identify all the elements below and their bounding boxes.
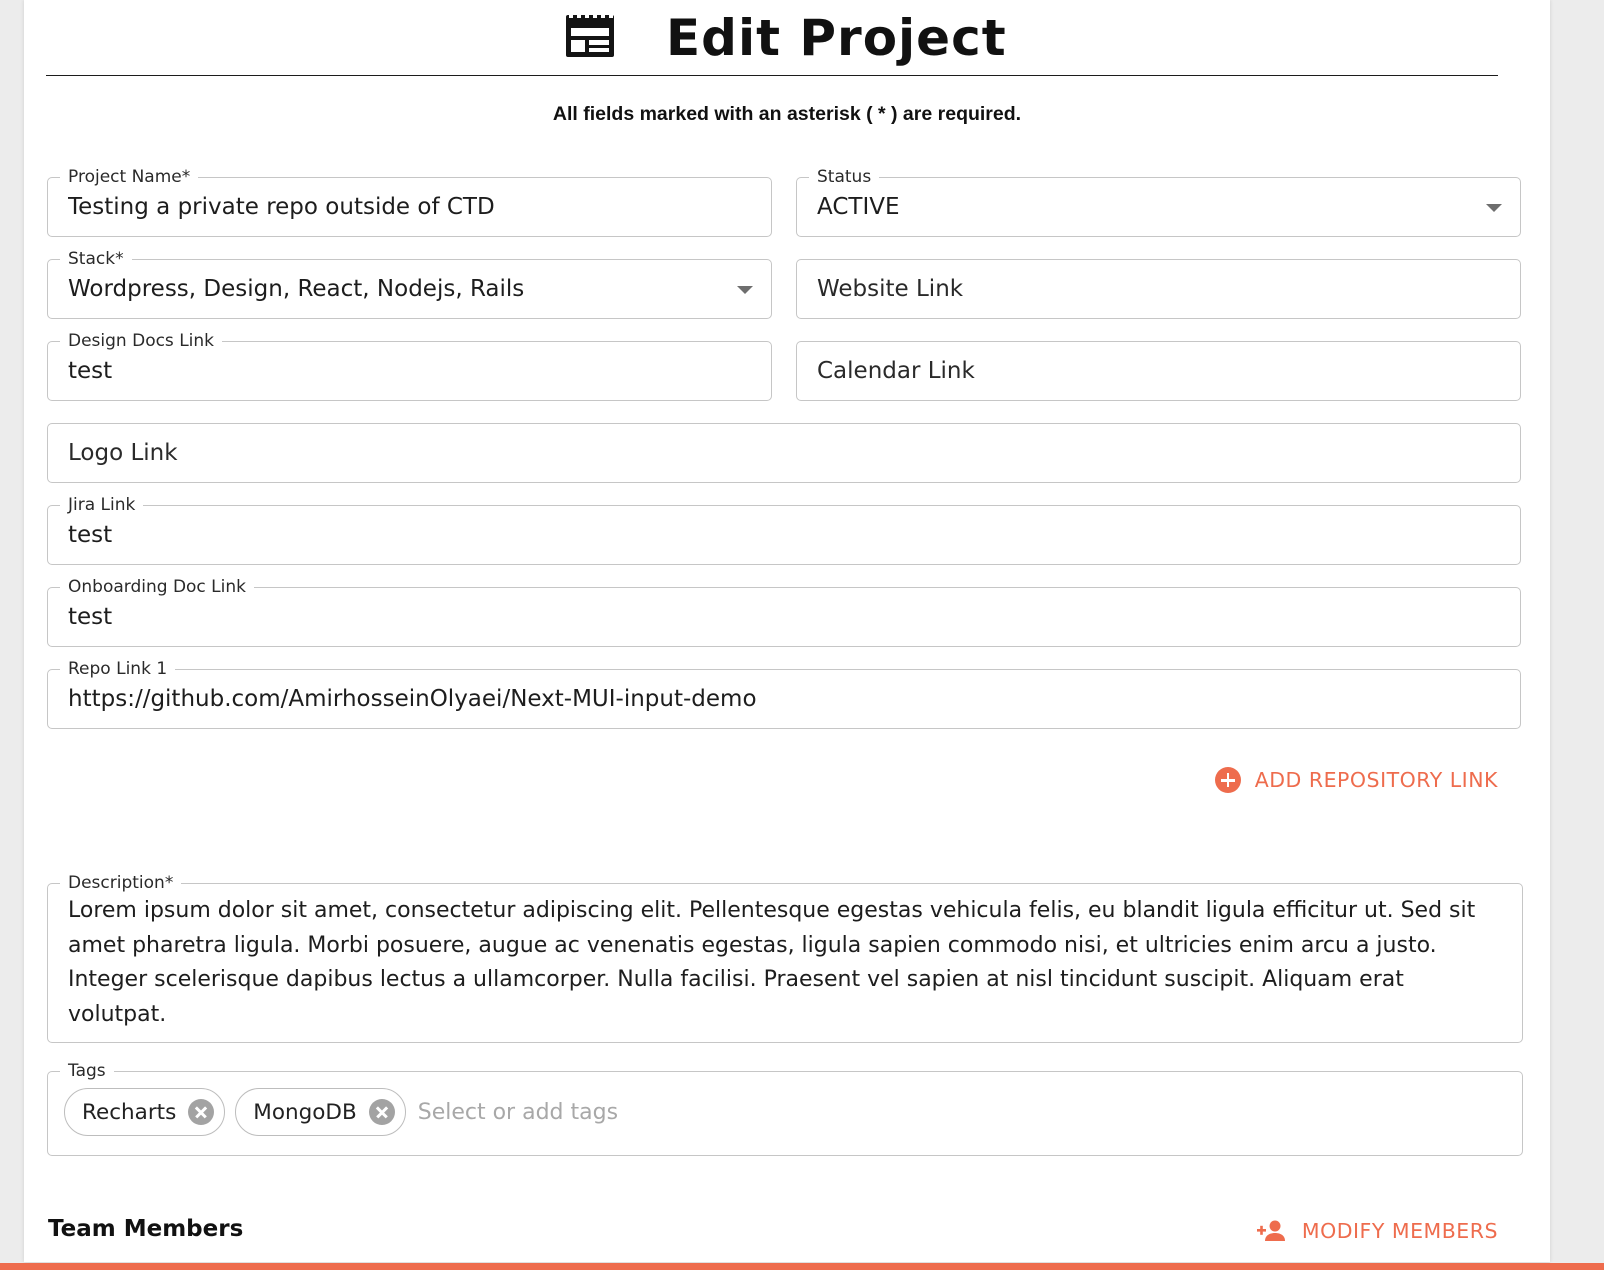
logo-link-input[interactable]: Logo Link [68, 424, 1470, 482]
cancel-circle-icon[interactable] [188, 1099, 215, 1125]
tag-chip-label: MongoDB [253, 1099, 357, 1125]
jira-link-input[interactable]: test [68, 506, 1470, 564]
required-fields-note: All fields marked with an asterisk ( * )… [552, 103, 1022, 125]
table-layout-icon [566, 14, 614, 57]
website-link-field[interactable]: Website Link [796, 259, 1521, 319]
jira-link-field[interactable]: Jira Link test [47, 495, 1521, 565]
add-repository-link-label: ADD REPOSITORY LINK [1254, 768, 1498, 792]
modify-members-button[interactable]: MODIFY MEMBERS [1256, 1214, 1498, 1248]
page-header: Edit Project [46, 0, 1498, 76]
design-docs-link-field[interactable]: Design Docs Link test [47, 331, 772, 401]
calendar-link-input[interactable]: Calendar Link [817, 342, 1470, 400]
page-title: Edit Project [666, 9, 1007, 67]
calendar-link-field[interactable]: Calendar Link [796, 341, 1521, 401]
add-circle-icon [1214, 767, 1241, 793]
stack-value[interactable]: Wordpress, Design, React, Nodejs, Rails [68, 260, 721, 318]
person-add-icon [1256, 1220, 1285, 1241]
tag-chip[interactable]: Recharts [64, 1088, 226, 1136]
stack-select[interactable]: Stack* Wordpress, Design, React, Nodejs,… [47, 249, 772, 319]
tags-input[interactable] [417, 1092, 718, 1132]
tag-chip[interactable]: MongoDB [235, 1088, 406, 1136]
tags-chip-list: Recharts MongoDB [64, 1088, 718, 1136]
design-docs-link-input[interactable]: test [68, 342, 721, 400]
repo-link-1-field[interactable]: Repo Link 1 https://github.com/Amirhosse… [47, 659, 1521, 729]
cancel-circle-icon[interactable] [368, 1099, 395, 1125]
description-label: Description* [60, 873, 182, 893]
modify-members-label: MODIFY MEMBERS [1301, 1219, 1498, 1243]
logo-link-field[interactable]: Logo Link [47, 423, 1521, 483]
arrow-drop-down-icon[interactable] [737, 286, 753, 294]
status-select[interactable]: Status ACTIVE [796, 167, 1521, 237]
add-repository-link-button[interactable]: ADD REPOSITORY LINK [1214, 765, 1498, 795]
website-link-input[interactable]: Website Link [817, 260, 1470, 318]
status-value[interactable]: ACTIVE [817, 178, 1470, 236]
project-name-field[interactable]: Project Name* Testing a private repo out… [47, 167, 772, 237]
team-members-heading: Team Members [48, 1216, 244, 1242]
tags-label: Tags [60, 1061, 114, 1081]
arrow-drop-down-icon[interactable] [1486, 204, 1502, 212]
onboarding-doc-link-input[interactable]: test [68, 588, 1470, 646]
description-textarea[interactable]: Lorem ipsum dolor sit amet, consectetur … [68, 894, 1502, 1032]
onboarding-doc-link-field[interactable]: Onboarding Doc Link test [47, 577, 1521, 647]
project-name-input[interactable]: Testing a private repo outside of CTD [68, 178, 721, 236]
bottom-accent-bar [0, 1263, 1604, 1270]
repo-link-1-input[interactable]: https://github.com/AmirhosseinOlyaei/Nex… [68, 670, 1470, 728]
tag-chip-label: Recharts [82, 1099, 177, 1125]
tags-field[interactable]: Tags Recharts MongoDB [47, 1061, 1523, 1156]
edit-project-panel: Edit Project All fields marked with an a… [24, 0, 1550, 1262]
description-field[interactable]: Description* Lorem ipsum dolor sit amet,… [47, 873, 1523, 1043]
